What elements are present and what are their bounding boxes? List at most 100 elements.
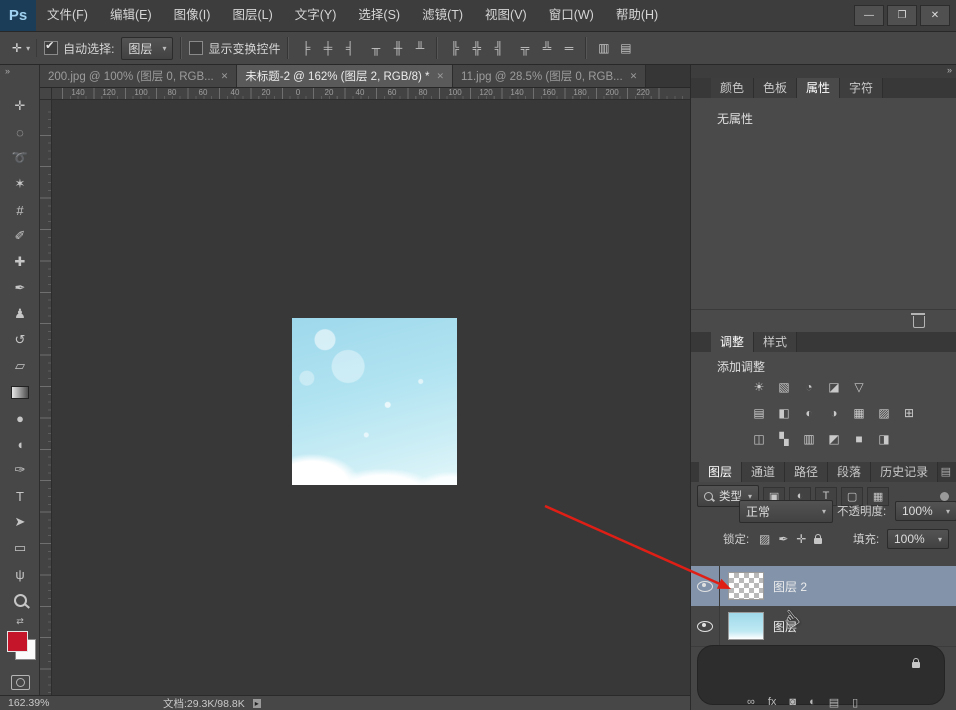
vibrance-icon[interactable]: ▽ (849, 378, 869, 396)
tab-11jpg[interactable]: 11.jpg @ 28.5% (图层 0, RGB... ✕ (453, 65, 647, 87)
brush-tool[interactable]: ✒ (0, 275, 40, 301)
zoom-tool[interactable] (0, 587, 40, 613)
lock-position-button[interactable]: ✛ (796, 532, 806, 546)
hue-saturation-icon[interactable]: ▤ (749, 404, 769, 422)
align-horizontal-centers-button[interactable]: ╪ (318, 40, 337, 57)
adjustment-layer-icon[interactable]: ◐ (809, 696, 816, 709)
distribute-middle-button[interactable]: ╩ (537, 40, 556, 57)
marquee-tool[interactable]: ◌ (0, 119, 40, 145)
solid-color-icon[interactable]: ■ (849, 430, 869, 448)
menu-window[interactable]: 窗口(W) (538, 0, 605, 31)
auto-select-checkbox[interactable]: ✔ (44, 40, 59, 55)
crop-tool[interactable]: # (0, 197, 40, 223)
show-transform-checkbox[interactable] (189, 41, 204, 55)
color-balance-icon[interactable]: ◧ (774, 404, 794, 422)
tab-properties[interactable]: 属性 (797, 78, 841, 98)
dodge-tool[interactable]: ◖ (0, 431, 40, 457)
vertical-ruler[interactable] (40, 100, 52, 695)
link-layers-icon[interactable]: ∞ (747, 696, 755, 709)
collapse-panels-icon[interactable]: » (947, 65, 952, 75)
zoom-level-field[interactable]: 162.39% (8, 697, 68, 709)
auto-align-button[interactable]: ▥ (594, 40, 613, 57)
trash-icon[interactable] (911, 313, 925, 328)
menu-select[interactable]: 选择(S) (347, 0, 411, 31)
distribute-bottom-button[interactable]: ═ (559, 40, 578, 57)
black-white-icon[interactable]: ◐ (799, 404, 819, 422)
tab-adjustments[interactable]: 调整 (711, 332, 755, 352)
gradient-map-icon[interactable]: ▥ (799, 430, 819, 448)
align-vertical-centers-button[interactable]: ╫ (388, 40, 407, 57)
distribute-right-button[interactable]: ╣ (489, 40, 508, 57)
align-top-edges-button[interactable]: ╥ (366, 40, 385, 57)
quick-select-tool[interactable]: ✶ (0, 171, 40, 197)
posterize-icon[interactable]: ◫ (749, 430, 769, 448)
levels-icon[interactable]: ▧ (774, 378, 794, 396)
layer-row-layer-2[interactable]: 图层 2 (691, 566, 956, 607)
selective-color-icon[interactable]: ◩ (824, 430, 844, 448)
menu-image[interactable]: 图像(I) (163, 0, 222, 31)
distribute-top-button[interactable]: ╦ (515, 40, 534, 57)
distribute-center-button[interactable]: ╬ (467, 40, 486, 57)
delete-layer-icon[interactable]: ▯ (852, 696, 858, 709)
panel-menu-icon[interactable]: ▤ (941, 462, 951, 482)
layer-name[interactable]: 图层 2 (773, 578, 807, 595)
eraser-tool[interactable]: ▱ (0, 353, 40, 379)
layer-style-fx-icon[interactable]: fx (768, 696, 777, 709)
align-bottom-edges-button[interactable]: ╨ (410, 40, 429, 57)
color-lookup-icon[interactable]: ▨ (874, 404, 894, 422)
visibility-eye-icon[interactable] (697, 620, 713, 632)
distribute-left-button[interactable]: ╠ (445, 40, 464, 57)
layer-thumbnail-transparent[interactable] (728, 572, 764, 600)
lasso-tool[interactable]: ➰ (0, 145, 40, 171)
tab-swatches[interactable]: 色板 (754, 78, 798, 98)
workspace-toggle-button[interactable]: ▤ (616, 40, 635, 57)
type-tool[interactable]: T (0, 483, 40, 509)
layer-row-layer-1[interactable]: 图层 (691, 606, 956, 647)
opacity-dropdown[interactable]: 100% ▾ (895, 501, 956, 521)
auto-select-target-dropdown[interactable]: 图层 ▾ (121, 36, 174, 60)
close-button[interactable]: ✕ (920, 5, 950, 26)
close-tab-icon[interactable]: ✕ (221, 71, 229, 82)
tab-character[interactable]: 字符 (840, 78, 884, 98)
layer-thumbnail-image[interactable] (728, 612, 764, 640)
menu-edit[interactable]: 编辑(E) (99, 0, 163, 31)
tab-untitled-2[interactable]: 未标题-2 @ 162% (图层 2, RGB/8) * ✕ (237, 65, 454, 87)
status-menu-arrow-icon[interactable]: ▸ (252, 698, 261, 708)
tab-history[interactable]: 历史记录 (871, 462, 939, 482)
shape-tool[interactable]: ▭ (0, 535, 40, 561)
current-tool-preset[interactable]: ✛ ▾ (6, 39, 38, 57)
healing-brush-tool[interactable]: ✚ (0, 249, 40, 275)
blur-tool[interactable]: ● (0, 405, 40, 431)
close-tab-icon[interactable]: ✕ (630, 71, 638, 82)
menu-filter[interactable]: 滤镜(T) (411, 0, 474, 31)
move-tool[interactable]: ✛ (0, 93, 40, 119)
tab-channels[interactable]: 通道 (742, 462, 786, 482)
align-right-edges-button[interactable]: ╡ (340, 40, 359, 57)
menu-view[interactable]: 视图(V) (474, 0, 538, 31)
tab-200jpg[interactable]: 200.jpg @ 100% (图层 0, RGB... ✕ (40, 65, 238, 87)
foreground-color-swatch[interactable] (7, 631, 28, 652)
menu-type[interactable]: 文字(Y) (284, 0, 348, 31)
lock-transparent-pixels-button[interactable]: ▨ (759, 532, 770, 546)
invert-icon[interactable]: ⊞ (899, 404, 919, 422)
new-group-icon[interactable]: ▤ (829, 696, 839, 709)
maximize-button[interactable]: ❐ (887, 5, 917, 26)
brightness-contrast-icon[interactable]: ☀ (749, 378, 769, 396)
channel-mixer-icon[interactable]: ▦ (849, 404, 869, 422)
tab-color[interactable]: 颜色 (711, 78, 755, 98)
history-brush-tool[interactable]: ↺ (0, 327, 40, 353)
horizontal-ruler[interactable]: 140 120 100 80 60 40 20 0 20 40 60 80 10… (52, 88, 690, 100)
lock-image-pixels-button[interactable]: ✒ (778, 532, 788, 546)
curves-icon[interactable]: ◔ (799, 378, 819, 396)
tab-layers[interactable]: 图层 (699, 462, 743, 482)
menu-layer[interactable]: 图层(L) (221, 0, 283, 31)
ruler-origin[interactable] (40, 88, 52, 100)
hand-tool[interactable]: ψ (0, 561, 40, 587)
photo-filter-icon[interactable]: ◑ (824, 404, 844, 422)
pen-tool[interactable]: ✑ (0, 457, 40, 483)
quick-mask-button[interactable] (11, 675, 30, 690)
path-select-tool[interactable]: ➤ (0, 509, 40, 535)
clone-stamp-tool[interactable]: ♟ (0, 301, 40, 327)
close-tab-icon[interactable]: ✕ (436, 71, 444, 82)
document-image[interactable] (292, 318, 457, 485)
